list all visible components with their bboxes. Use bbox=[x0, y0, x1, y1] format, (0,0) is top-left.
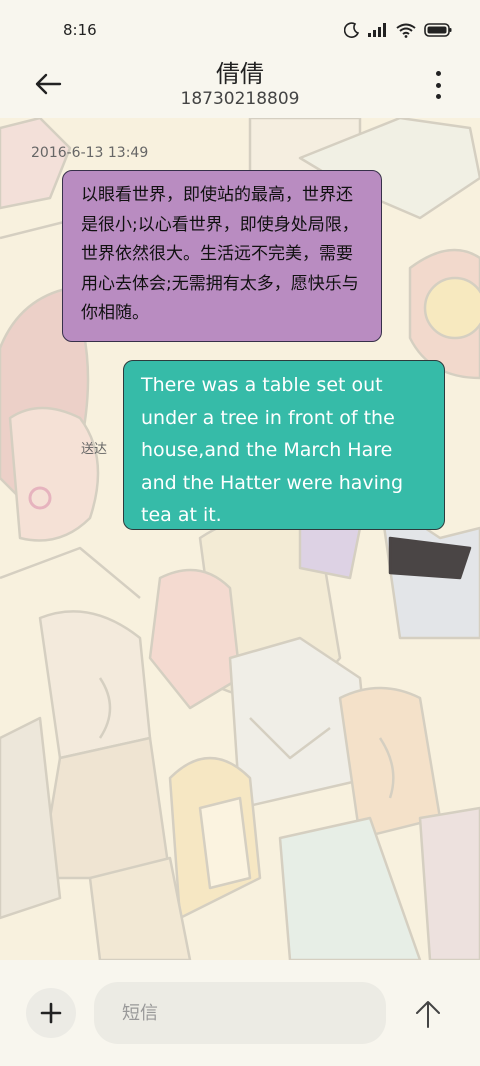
battery-icon bbox=[424, 23, 452, 37]
contact-name: 倩倩 bbox=[216, 60, 264, 88]
contact-number: 18730218809 bbox=[180, 89, 300, 109]
message-timestamp: 2016-6-13 13:49 bbox=[31, 145, 149, 161]
delivery-status: 送达 bbox=[81, 442, 108, 457]
send-button[interactable] bbox=[410, 996, 446, 1032]
signal-icon bbox=[368, 23, 386, 37]
message-input[interactable] bbox=[94, 982, 386, 1044]
arrow-up-icon bbox=[416, 1001, 440, 1028]
conversation-header: 倩倩 18730218809 bbox=[0, 60, 480, 118]
outgoing-message-bubble[interactable]: There was a table set out under a tree i… bbox=[123, 360, 445, 530]
status-icons bbox=[344, 22, 452, 38]
more-options-button[interactable] bbox=[432, 71, 444, 99]
more-vertical-icon bbox=[435, 71, 441, 76]
add-attachment-button[interactable] bbox=[26, 988, 76, 1038]
status-bar: 8:16 bbox=[0, 0, 480, 60]
wifi-icon bbox=[396, 23, 416, 38]
message-composer bbox=[0, 960, 480, 1066]
incoming-message-bubble[interactable]: 以眼看世界，即使站的最高，世界还是很小;以心看世界，即使身处局限，世界依然很大。… bbox=[62, 170, 382, 342]
plus-icon bbox=[40, 1002, 62, 1024]
moon-icon bbox=[344, 22, 360, 38]
status-time: 8:16 bbox=[63, 21, 97, 39]
